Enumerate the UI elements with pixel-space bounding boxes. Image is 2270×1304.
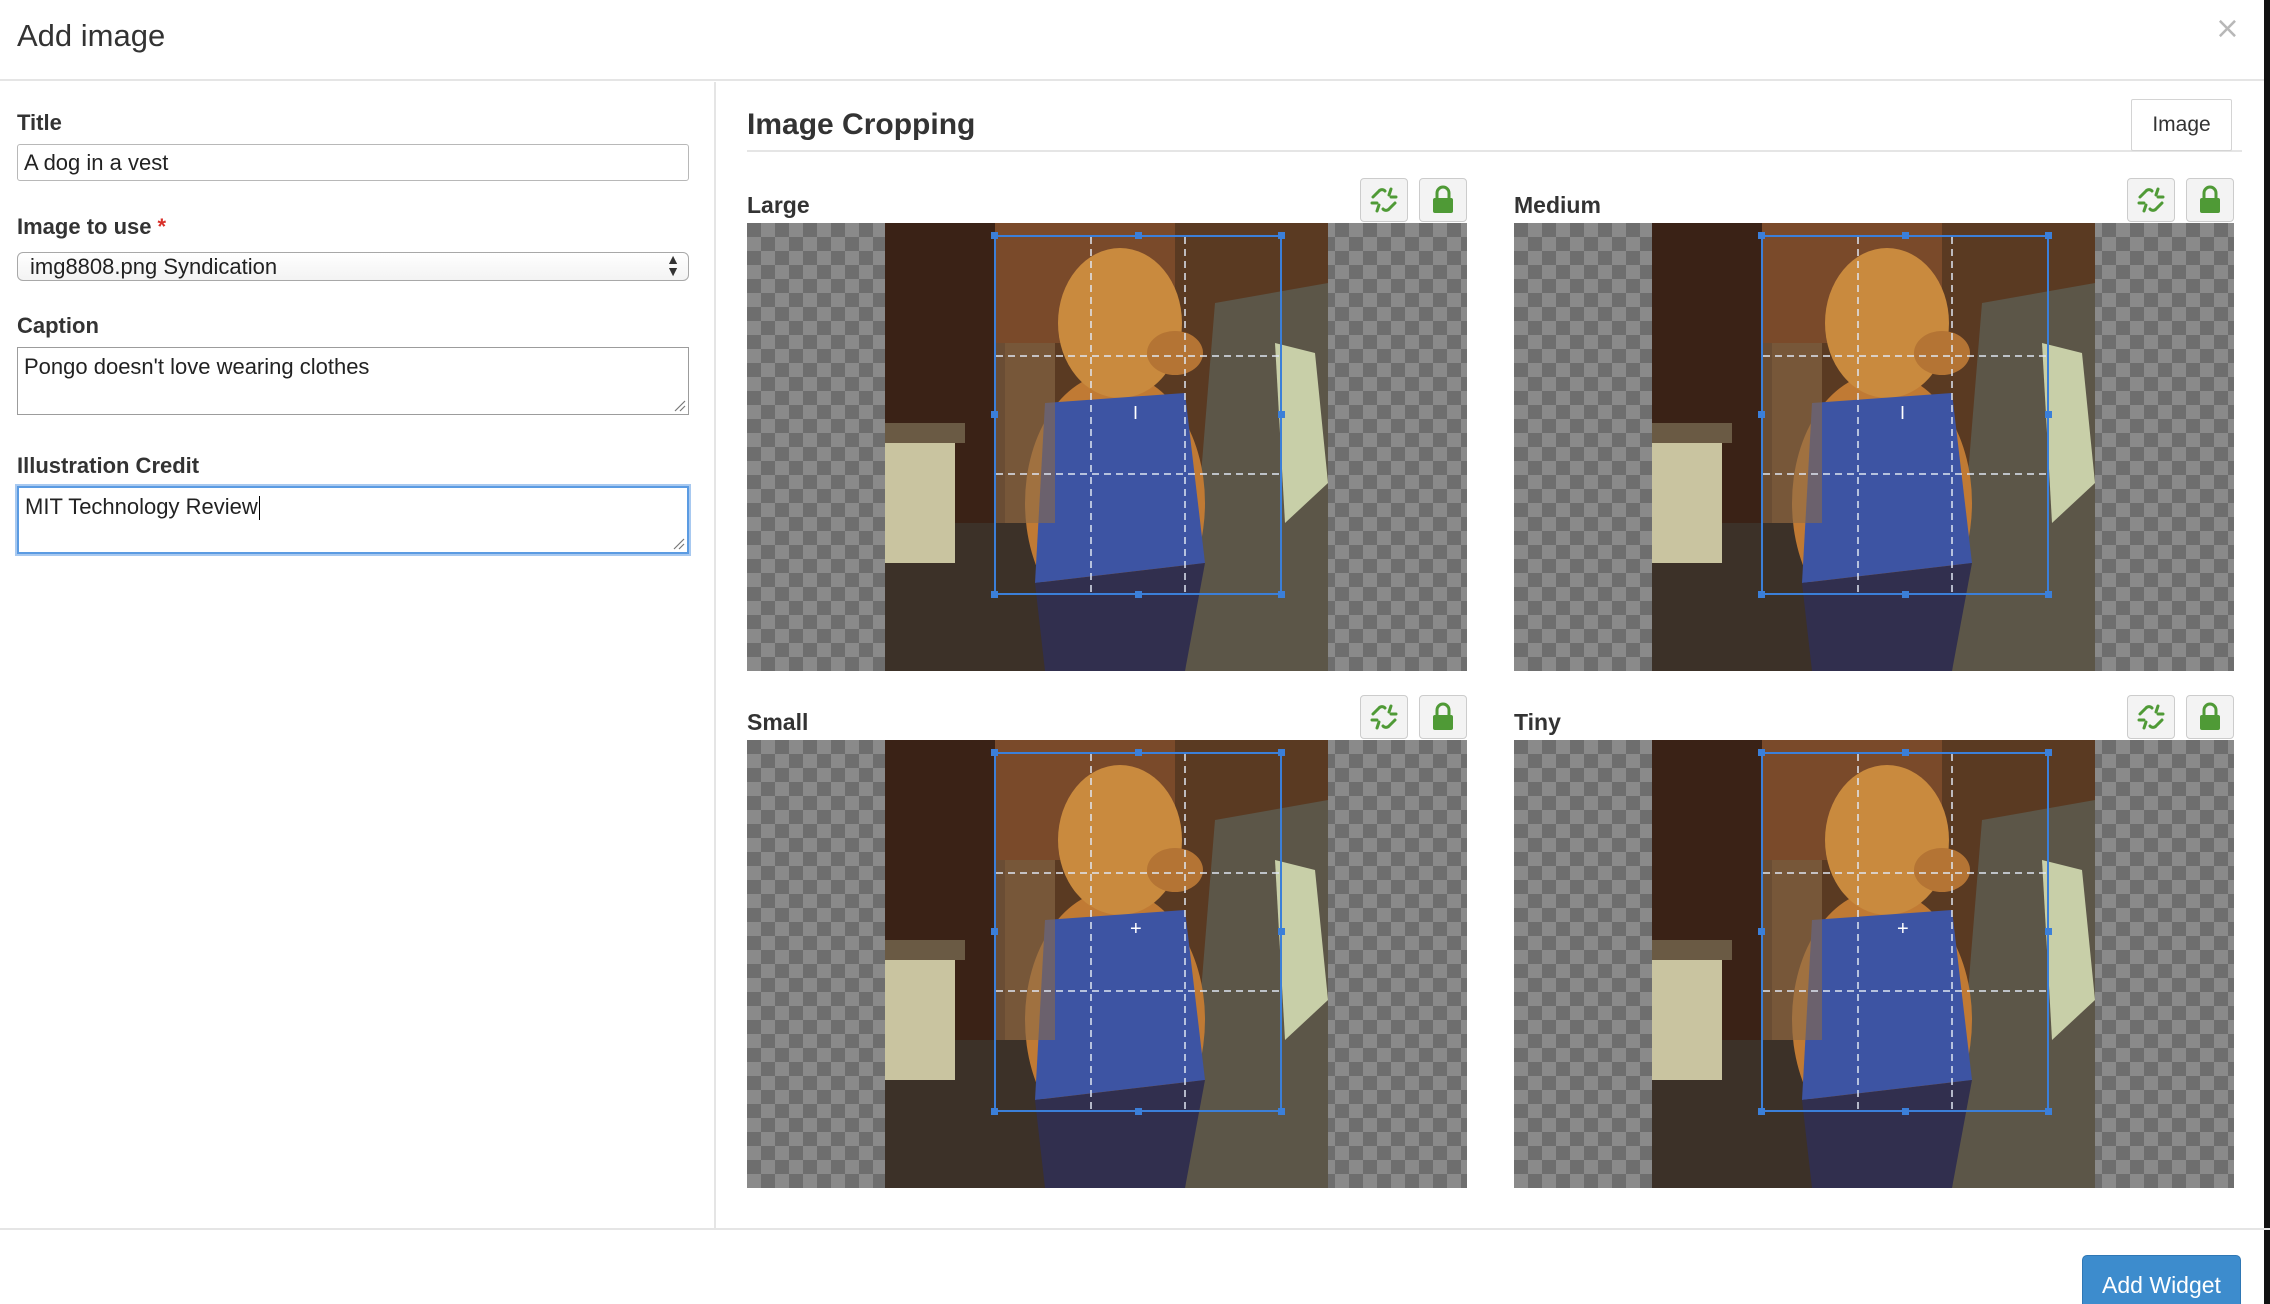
lock-button[interactable] (2186, 695, 2234, 739)
crop-handle[interactable] (2045, 232, 2052, 239)
crop-handle[interactable] (1278, 1108, 1285, 1115)
crop-handle[interactable] (991, 928, 998, 935)
crop-canvas[interactable]: + (1514, 740, 2234, 1188)
crop-handle[interactable] (2045, 411, 2052, 418)
image-select[interactable]: img8808.png Syndication ▲ ▼ (17, 252, 689, 281)
unlink-button[interactable] (1360, 695, 1408, 739)
crop-handle[interactable] (1758, 749, 1765, 756)
caption-label: Caption (17, 313, 99, 338)
unlink-button[interactable] (2127, 695, 2175, 739)
lock-icon (1433, 702, 1453, 730)
crop-handle[interactable] (1758, 1108, 1765, 1115)
required-marker: * (157, 214, 167, 239)
lock-icon (1433, 185, 1453, 213)
crop-center-mark: + (1897, 918, 1909, 940)
crop-handle[interactable] (2045, 591, 2052, 598)
crop-canvas[interactable]: I (1514, 223, 2234, 671)
crop-handle[interactable] (991, 749, 998, 756)
crop-handle[interactable] (1758, 232, 1765, 239)
crop-size-label: Tiny (1514, 709, 1561, 735)
crop-center-mark: I (1133, 403, 1139, 423)
illustration-credit-textarea[interactable]: MIT Technology Review (17, 486, 689, 554)
crop-handle[interactable] (1902, 232, 1909, 239)
crop-selection[interactable]: + (991, 749, 1285, 1115)
crop-handle[interactable] (2045, 749, 2052, 756)
crop-selection[interactable]: I (1758, 232, 2052, 598)
image-form: Title Image to use* img8808.png Syndicat… (0, 82, 716, 1228)
lock-button[interactable] (2186, 178, 2234, 222)
crop-handle[interactable] (991, 411, 998, 418)
unlink-button[interactable] (2127, 178, 2175, 222)
crop-handle[interactable] (991, 591, 998, 598)
modal-title: Add image (17, 18, 166, 53)
crop-handle[interactable] (991, 1108, 998, 1115)
image-cropping-title: Image Cropping (747, 108, 976, 141)
image-tab-button[interactable]: Image (2131, 99, 2232, 151)
crop-size-label: Small (747, 709, 809, 735)
text-caret (258, 496, 260, 521)
crop-handle[interactable] (1902, 749, 1909, 756)
close-icon[interactable]: × (2215, 14, 2240, 44)
image-cropping-section: Image Cropping Image Large I Medium I Sm… (716, 82, 2270, 1228)
caption-textarea[interactable]: Pongo doesn't love wearing clothes (17, 347, 689, 415)
unlink-icon (2137, 704, 2165, 730)
lock-button[interactable] (1419, 695, 1467, 739)
crop-handle[interactable] (1902, 1108, 1909, 1115)
crop-handle[interactable] (1278, 232, 1285, 239)
crop-handle[interactable] (1902, 591, 1909, 598)
image-select-value: img8808.png Syndication (30, 254, 278, 279)
crop-handle[interactable] (1135, 591, 1142, 598)
crop-handle[interactable] (1758, 928, 1765, 935)
unlink-icon (2137, 187, 2165, 213)
crop-handle[interactable] (1758, 591, 1765, 598)
crop-handle[interactable] (1135, 1108, 1142, 1115)
crop-center-mark: I (1900, 403, 1906, 423)
crop-center-mark: + (1130, 918, 1142, 940)
unlink-icon (1370, 187, 1398, 213)
crop-handle[interactable] (1278, 411, 1285, 418)
crop-handle[interactable] (1135, 232, 1142, 239)
title-label: Title (17, 110, 62, 135)
crop-canvas[interactable]: I (747, 223, 1467, 671)
crop-handle[interactable] (1758, 411, 1765, 418)
crop-handle[interactable] (1278, 928, 1285, 935)
crop-size-label: Large (747, 192, 810, 218)
lock-icon (2200, 702, 2220, 730)
crop-handle[interactable] (991, 232, 998, 239)
modal-footer: Add Widget (0, 1228, 2270, 1304)
crop-handle[interactable] (1278, 749, 1285, 756)
lock-button[interactable] (1419, 178, 1467, 222)
add-widget-button[interactable]: Add Widget (2082, 1255, 2241, 1304)
illustration-credit-value: MIT Technology Review (25, 494, 258, 519)
caption-value: Pongo doesn't love wearing clothes (24, 354, 370, 379)
crop-handle[interactable] (1278, 591, 1285, 598)
unlink-button[interactable] (1360, 178, 1408, 222)
modal-header: Add image × (0, 0, 2270, 81)
crop-size-label: Medium (1514, 192, 1601, 218)
crop-handle[interactable] (2045, 928, 2052, 935)
select-arrows-icon: ▲ ▼ (666, 251, 680, 279)
crop-selection[interactable]: I (991, 232, 1285, 598)
unlink-icon (1370, 704, 1398, 730)
crop-handle[interactable] (1135, 749, 1142, 756)
crop-canvas[interactable]: + (747, 740, 1467, 1188)
image-to-use-text: Image to use (17, 214, 152, 239)
illustration-credit-label: Illustration Credit (17, 453, 200, 478)
crop-selection[interactable]: + (1758, 749, 2052, 1115)
title-input[interactable] (17, 144, 689, 181)
resize-grip-icon[interactable] (672, 398, 686, 412)
resize-grip-icon[interactable] (671, 536, 685, 550)
lock-icon (2200, 185, 2220, 213)
image-to-use-label: Image to use * (17, 214, 166, 240)
crop-handle[interactable] (2045, 1108, 2052, 1115)
section-divider (747, 150, 2242, 152)
